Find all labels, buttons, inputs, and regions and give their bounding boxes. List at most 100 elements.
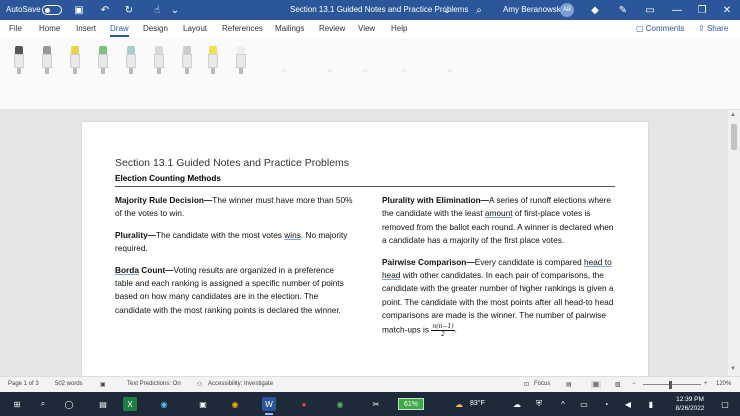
- ribbon-tool-4[interactable]: ▭: [384, 68, 424, 74]
- ribbon-tool-3[interactable]: ▭: [345, 68, 385, 74]
- ribbon-tool-2[interactable]: ▭: [310, 68, 350, 74]
- close-icon[interactable]: ✕: [720, 3, 734, 17]
- customize-qat-icon[interactable]: ⌄: [168, 3, 182, 17]
- focus-icon[interactable]: ⊡: [524, 381, 529, 388]
- tab-review[interactable]: Review: [319, 24, 345, 33]
- weather-temp[interactable]: 83°F: [470, 400, 485, 407]
- accessibility-icon[interactable]: ⚇: [197, 381, 202, 388]
- comments-button[interactable]: ▢ Comments: [636, 24, 684, 33]
- scroll-down-icon[interactable]: ▼: [730, 366, 736, 372]
- tab-references[interactable]: References: [222, 24, 263, 33]
- pen-tool-black[interactable]: [14, 46, 24, 76]
- text-predictions-status[interactable]: Text Predictions: On: [127, 381, 181, 387]
- ribbon-tool-1[interactable]: ▭: [264, 68, 304, 74]
- pen-icon[interactable]: ✎: [616, 3, 630, 17]
- plurality-underlined: wins: [284, 229, 301, 240]
- search-icon[interactable]: ⌕: [472, 3, 486, 17]
- read-mode-icon[interactable]: ▤: [566, 381, 572, 388]
- touch-mode-icon[interactable]: ☝: [150, 3, 164, 17]
- ribbon-tool-5[interactable]: ▭: [430, 68, 470, 74]
- task-view-icon[interactable]: ◯: [62, 397, 76, 411]
- tab-home[interactable]: Home: [39, 24, 60, 33]
- show-hidden-icon[interactable]: ^: [556, 397, 570, 411]
- page-count[interactable]: Page 1 of 3: [8, 381, 39, 387]
- clock-time: 12:39 PM: [676, 396, 704, 403]
- undo-icon[interactable]: ↶: [98, 3, 112, 17]
- pairwise-text-2: with other candidates. In each pair of c…: [382, 270, 614, 335]
- tab-file[interactable]: File: [9, 24, 22, 33]
- vertical-scrollbar[interactable]: ▲ ▼: [728, 110, 740, 376]
- diamond-icon[interactable]: ◆: [588, 3, 602, 17]
- pairwise-text-1: Every candidate is compared: [474, 256, 584, 267]
- battery-icon[interactable]: ▮: [644, 397, 658, 411]
- chrome-icon[interactable]: ◉: [228, 397, 242, 411]
- comments-label: Comments: [645, 24, 685, 33]
- file-explorer-icon[interactable]: ▤: [96, 397, 110, 411]
- scroll-up-icon[interactable]: ▲: [730, 112, 736, 118]
- powerpoint-icon[interactable]: ●: [297, 397, 311, 411]
- title-underline: [115, 186, 615, 187]
- majority-rule-term: Majority Rule Decision—: [115, 195, 213, 205]
- ribbon-tabs: File Home Insert Draw Design Layout Refe…: [0, 20, 740, 38]
- battery-indicator[interactable]: 61%: [398, 398, 424, 410]
- wifi-icon[interactable]: ◔: [599, 397, 613, 411]
- tab-draw[interactable]: Draw: [110, 24, 129, 37]
- print-layout-icon[interactable]: ▦: [591, 381, 601, 388]
- edge-icon[interactable]: ◉: [157, 397, 171, 411]
- document-page[interactable]: Section 13.1 Guided Notes and Practice P…: [82, 122, 648, 376]
- tab-layout[interactable]: Layout: [183, 24, 207, 33]
- windows-start-icon[interactable]: ⊞: [10, 397, 24, 411]
- store-icon[interactable]: ▣: [196, 397, 210, 411]
- web-layout-icon[interactable]: ▧: [615, 381, 621, 388]
- zoom-in-icon[interactable]: +: [704, 381, 708, 387]
- minimize-icon[interactable]: —: [670, 3, 684, 17]
- autosave-toggle[interactable]: [42, 5, 62, 15]
- tab-mailings[interactable]: Mailings: [275, 24, 304, 33]
- app-icon-green[interactable]: ◉: [333, 397, 347, 411]
- restore-icon[interactable]: ❐: [695, 3, 709, 17]
- focus-label[interactable]: Focus: [534, 381, 550, 387]
- word-icon[interactable]: W: [262, 397, 276, 415]
- system-clock[interactable]: 12:39 PM 8/26/2022: [668, 395, 712, 413]
- highlighter-tool-yellow[interactable]: [208, 46, 218, 76]
- document-canvas: Section 13.1 Guided Notes and Practice P…: [0, 110, 740, 376]
- proofing-icon[interactable]: ▣: [100, 381, 106, 388]
- redo-icon[interactable]: ↻: [122, 3, 136, 17]
- pen-tool-silver[interactable]: [182, 46, 192, 76]
- snipping-tool-icon[interactable]: ✂: [369, 397, 383, 411]
- onedrive-icon[interactable]: ☁: [510, 397, 524, 411]
- scroll-thumb[interactable]: [731, 124, 737, 150]
- tab-view[interactable]: View: [358, 24, 375, 33]
- defender-icon[interactable]: ⛨: [532, 397, 546, 411]
- save-icon[interactable]: ▣: [72, 3, 86, 17]
- pen-tool-teal[interactable]: [126, 46, 136, 76]
- pen-tool-gray[interactable]: [42, 46, 52, 76]
- ribbon-display-icon[interactable]: ▭: [643, 3, 657, 17]
- tab-insert[interactable]: Insert: [76, 24, 96, 33]
- pen-tool-green[interactable]: [98, 46, 108, 76]
- volume-icon[interactable]: ◀: [621, 397, 635, 411]
- notifications-icon[interactable]: ▢: [718, 397, 732, 411]
- avatar[interactable]: AB: [560, 3, 574, 17]
- section-subtitle: Election Counting Methods: [115, 174, 221, 183]
- status-bar: Page 1 of 3 502 words ▣ Text Predictions…: [0, 376, 740, 392]
- tab-design[interactable]: Design: [143, 24, 168, 33]
- search-icon[interactable]: ⌕: [36, 397, 50, 411]
- excel-icon[interactable]: X: [123, 397, 137, 411]
- zoom-out-icon[interactable]: −: [632, 381, 636, 387]
- zoom-level[interactable]: 120%: [716, 381, 731, 387]
- taskbar: ⊞ ⌕ ◯ ▤ X ◉ ▣ ◉ W ● ◉ ✂ 61% ☁ 83°F ☁ ⛨ ^…: [0, 392, 740, 416]
- word-count[interactable]: 502 words: [55, 381, 83, 387]
- pen-tool-light[interactable]: [154, 46, 164, 76]
- pen-tool-white[interactable]: [236, 46, 246, 76]
- pen-tool-yellow[interactable]: [70, 46, 80, 76]
- zoom-slider-thumb[interactable]: [669, 381, 672, 389]
- title-dropdown-icon[interactable]: ⌄: [440, 3, 454, 17]
- page-title: Section 13.1 Guided Notes and Practice P…: [115, 157, 350, 169]
- tab-help[interactable]: Help: [391, 24, 407, 33]
- display-icon[interactable]: ▭: [577, 397, 591, 411]
- zoom-slider[interactable]: [643, 384, 701, 385]
- share-button[interactable]: ⇪ Share: [698, 24, 728, 33]
- weather-icon[interactable]: ☁: [452, 397, 466, 411]
- accessibility-status[interactable]: Accessibility: Investigate: [208, 381, 273, 387]
